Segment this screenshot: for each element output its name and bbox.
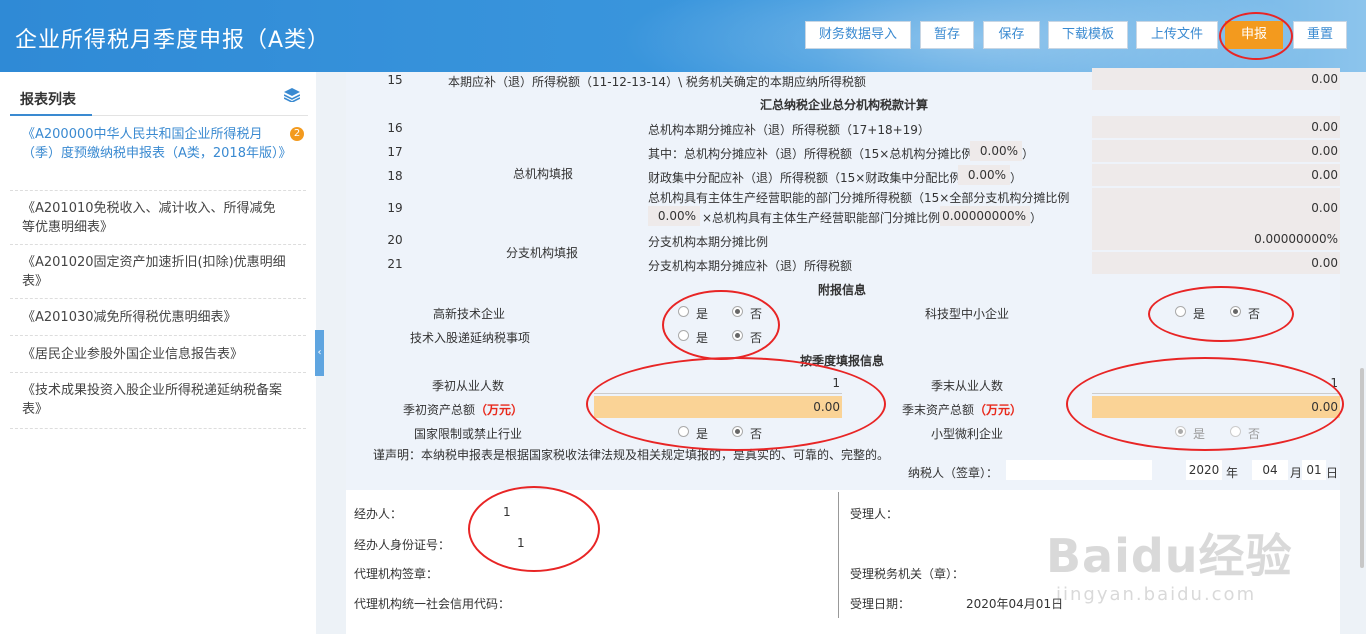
handler-label: 经办人： bbox=[354, 507, 403, 521]
annotation-circle-submit bbox=[1219, 12, 1293, 60]
end-employees-label: 季末从业人数 bbox=[931, 379, 1004, 393]
row17-label-end: ） bbox=[1022, 147, 1035, 161]
row19-label-mid: ×总机构具有主体生产经营职能部门分摊比例 bbox=[702, 211, 941, 225]
branch-ratio-field[interactable]: 0.00% bbox=[648, 206, 700, 226]
sidebar-item-tech-investment[interactable]: 《技术成果投资入股企业所得税递延纳税备案表》 bbox=[10, 381, 306, 429]
row19-label: 总机构具有主体生产经营职能的部门分摊所得税额（15×全部分支机构分摊比例 bbox=[648, 191, 1070, 205]
receive-date-label: 受理日期： bbox=[850, 597, 911, 611]
section-hq-title: 汇总纳税企业总分机构税款计算 bbox=[760, 98, 929, 112]
row21-label: 分支机构本期分摊应补（退）所得税额 bbox=[648, 259, 853, 273]
agency-sign-label: 代理机构签章： bbox=[354, 567, 439, 581]
row21-value: 0.00 bbox=[1092, 252, 1340, 274]
notification-badge: 2 bbox=[290, 127, 304, 141]
row-number: 16 bbox=[387, 121, 403, 135]
annotation-circle-start-values bbox=[586, 357, 886, 451]
hq-ratio-field[interactable]: 0.00% bbox=[970, 141, 1022, 161]
baidu-jingyan-watermark: Baidu经验 jingyan.baidu.com bbox=[1046, 520, 1346, 620]
row19-value: 0.00 bbox=[1092, 188, 1340, 228]
sidebar-item-label: 《A201020固定资产加速折旧(扣除)优惠明细表》 bbox=[22, 255, 286, 289]
sidebar-item-label: 《A201030减免所得税优惠明细表》 bbox=[22, 310, 237, 325]
top-header: 企业所得税月季度申报（A类） 财务数据导入 暂存 保存 下载模板 上传文件 申报… bbox=[0, 0, 1366, 72]
annotation-circle-end-values bbox=[1066, 357, 1344, 451]
row18-label: 财政集中分配应补（退）所得税额（15×财政集中分配比例 bbox=[648, 171, 962, 185]
sidebar-item-label: 《技术成果投资入股企业所得税递延纳税备案表》 bbox=[22, 383, 283, 417]
row-number: 17 bbox=[387, 145, 403, 159]
row-number: 15 bbox=[387, 73, 403, 87]
temp-save-button[interactable]: 暂存 bbox=[920, 21, 974, 49]
day-unit: 日 bbox=[1326, 466, 1339, 480]
sidebar-item-a200000[interactable]: 《A200000中华人民共和国企业所得税月（季）度预缴纳税申报表（A类，2018… bbox=[10, 125, 306, 191]
sidebar-header: 报表列表 bbox=[10, 72, 308, 116]
finance-ratio-field[interactable]: 0.00% bbox=[958, 165, 1010, 185]
unit-label: （万元） bbox=[974, 403, 1023, 417]
save-button[interactable]: 保存 bbox=[983, 21, 1040, 49]
sidebar-collapse-toggle[interactable]: ‹ bbox=[315, 330, 324, 376]
annotation-circle-handler bbox=[468, 486, 600, 572]
sidebar-item-foreign-share[interactable]: 《居民企业参股外国企业信息报告表》 bbox=[10, 345, 306, 373]
row16-value: 0.00 bbox=[1092, 116, 1340, 138]
year-unit: 年 bbox=[1226, 466, 1239, 480]
row-number: 21 bbox=[387, 257, 403, 271]
sidebar-title-underline bbox=[10, 114, 92, 116]
annotation-circle-hightech bbox=[662, 290, 780, 360]
row15-value: 0.00 bbox=[1092, 68, 1340, 90]
taxpayer-sign-field[interactable] bbox=[1006, 460, 1152, 480]
download-template-button[interactable]: 下载模板 bbox=[1048, 21, 1128, 49]
watermark-logo: Baidu经验 bbox=[1046, 529, 1293, 583]
page-title: 企业所得税月季度申报（A类） bbox=[15, 28, 331, 53]
sidebar-item-a201010[interactable]: 《A201010免税收入、减计收入、所得减免等优惠明细表》 bbox=[10, 199, 306, 245]
sidebar-item-label: 《A201010免税收入、减计收入、所得减免等优惠明细表》 bbox=[22, 201, 276, 235]
unit-label: （万元） bbox=[475, 403, 524, 417]
sidebar-item-label: 《A200000中华人民共和国企业所得税月（季）度预缴纳税申报表（A类，2018… bbox=[22, 127, 292, 161]
row16-label: 总机构本期分摊应补（退）所得税额（17+18+19） bbox=[648, 123, 930, 137]
taxpayer-sign-label: 纳税人（签章）： bbox=[908, 466, 999, 480]
row17-value: 0.00 bbox=[1092, 140, 1340, 162]
start-assets-label: 季初资产总额（万元） bbox=[403, 403, 524, 417]
row18-value: 0.00 bbox=[1092, 164, 1340, 186]
handler-id-label: 经办人身份证号： bbox=[354, 538, 451, 552]
declaration-text: 谨声明：本纳税申报表是根据国家税收法律法规及相关规定填报的，是真实的、可靠的、完… bbox=[373, 448, 890, 462]
branch-group-label: 分支机构填报 bbox=[506, 246, 579, 260]
section-extra-title: 附报信息 bbox=[818, 283, 867, 297]
reset-button[interactable]: 重置 bbox=[1293, 21, 1347, 49]
row20-label: 分支机构本期分摊比例 bbox=[648, 235, 769, 249]
sidebar-item-a201020[interactable]: 《A201020固定资产加速折旧(扣除)优惠明细表》 bbox=[10, 253, 306, 299]
dept-ratio-field[interactable]: 0.00000000% bbox=[940, 206, 1030, 226]
row-number: 19 bbox=[387, 201, 403, 215]
sidebar-item-a201030[interactable]: 《A201030减免所得税优惠明细表》 bbox=[10, 308, 306, 336]
hightech-label: 高新技术企业 bbox=[433, 307, 506, 321]
row15-label: 本期应补（退）所得税额（11-12-13-14）\ 税务机关确定的本期应纳所得税… bbox=[448, 75, 866, 89]
sme-tech-label: 科技型中小企业 bbox=[925, 307, 1010, 321]
tax-office-label: 受理税务机关（章）： bbox=[850, 567, 965, 581]
row18-label-end: ） bbox=[1010, 171, 1023, 185]
sidebar-title: 报表列表 bbox=[20, 92, 76, 108]
footer-divider bbox=[838, 492, 839, 618]
month-unit: 月 bbox=[1290, 466, 1303, 480]
row19-label-end: ） bbox=[1030, 211, 1043, 225]
vertical-scrollbar[interactable] bbox=[1360, 368, 1364, 568]
year-field[interactable]: 2020 bbox=[1186, 460, 1222, 480]
techshare-label: 技术入股递延纳税事项 bbox=[410, 331, 531, 345]
month-field[interactable]: 04 bbox=[1252, 460, 1288, 480]
row-number: 20 bbox=[387, 233, 403, 247]
import-financial-data-button[interactable]: 财务数据导入 bbox=[805, 21, 911, 49]
agency-code-label: 代理机构统一社会信用代码： bbox=[354, 597, 511, 611]
end-assets-label: 季末资产总额（万元） bbox=[902, 403, 1023, 417]
sidebar-item-label: 《居民企业参股外国企业信息报告表》 bbox=[22, 347, 244, 362]
row-number: 18 bbox=[387, 169, 403, 183]
annotation-circle-sme-tech bbox=[1148, 286, 1294, 342]
watermark-url: jingyan.baidu.com bbox=[1056, 584, 1257, 605]
upload-file-button[interactable]: 上传文件 bbox=[1136, 21, 1218, 49]
row17-label: 其中：总机构分摊应补（退）所得税额（15×总机构分摊比例 bbox=[648, 147, 974, 161]
row20-value: 0.00000000% bbox=[1092, 228, 1340, 250]
start-employees-label: 季初从业人数 bbox=[432, 379, 505, 393]
layers-icon[interactable] bbox=[284, 88, 300, 102]
day-field[interactable]: 01 bbox=[1302, 460, 1326, 480]
small-micro-label: 小型微利企业 bbox=[931, 427, 1004, 441]
receiver-label: 受理人： bbox=[850, 507, 899, 521]
report-list-sidebar: 报表列表 《A200000中华人民共和国企业所得税月（季）度预缴纳税申报表（A类… bbox=[0, 72, 316, 634]
restricted-industry-label: 国家限制或禁止行业 bbox=[414, 427, 523, 441]
hq-group-label: 总机构填报 bbox=[513, 167, 574, 181]
